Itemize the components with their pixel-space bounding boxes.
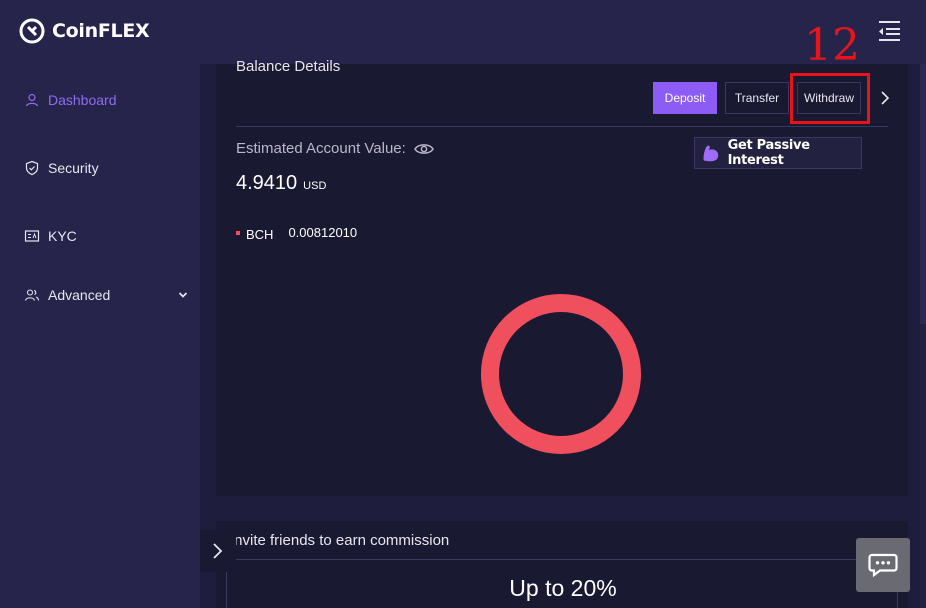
sidebar-item-dashboard[interactable]: Dashboard [24,92,189,108]
invite-inner-box: Up to 20% [226,559,898,608]
withdraw-button[interactable]: Withdraw [797,82,861,114]
chevron-right-icon [881,91,890,105]
sidebar-item-label: Advanced [48,287,111,303]
main-content: Balance Details Deposit Transfer Withdra… [200,58,926,608]
chat-support-button[interactable] [856,538,910,592]
sidebar: Dashboard Security KYC Advanced [0,64,200,608]
estimated-value-label: Estimated Account Value: [236,140,434,157]
currency-label: USD [303,180,327,192]
donut-slice-bch [481,294,641,454]
asset-name: BCH [246,227,274,242]
chevron-down-icon [177,288,189,304]
divider [236,126,888,127]
sidebar-item-label: Security [48,160,99,176]
estimated-label-text: Estimated Account Value: [236,140,406,157]
coinflex-logo-icon [19,18,45,44]
sidebar-item-security[interactable]: Security [24,160,189,176]
logo-text: CoinFLEX [52,20,150,42]
annotation-label: 12 [804,20,860,71]
sidebar-item-label: KYC [48,228,77,244]
deposit-button[interactable]: Deposit [653,82,717,114]
sidebar-item-label: Dashboard [48,92,117,108]
expand-sidebar-button[interactable] [200,530,236,572]
flexed-arm-icon [703,145,719,162]
transfer-button[interactable]: Transfer [725,82,789,114]
more-actions-button[interactable] [875,88,895,108]
estimated-value: 4.9410 USD [236,172,326,195]
balance-title: Balance Details [236,58,341,75]
chevron-right-icon [213,543,223,559]
passive-interest-label: Get Passive Interest [727,138,810,168]
sidebar-item-advanced[interactable]: Advanced [24,287,189,303]
chat-bubble-icon [868,553,898,578]
users-icon [24,287,40,303]
top-bar: CoinFLEX [0,0,926,64]
estimated-value-number: 4.9410 [236,172,298,194]
collapse-menu-icon [879,21,900,41]
coinflex-logo[interactable]: CoinFLEX [19,18,150,44]
scrollbar-thumb[interactable] [920,64,926,324]
invite-title: Invite friends to earn commission [230,532,450,549]
balance-card: Balance Details Deposit Transfer Withdra… [216,58,908,496]
commission-highlight: Up to 20% [509,575,617,601]
user-icon [24,92,40,108]
eye-icon[interactable] [414,142,434,156]
invite-card: Invite friends to earn commission Up to … [216,521,908,608]
sidebar-item-kyc[interactable]: KYC [24,228,189,244]
legend-color-dot [236,230,240,235]
id-card-icon [24,228,40,244]
shield-icon [24,160,40,176]
asset-amount: 0.00812010 [288,225,358,240]
collapse-menu-button[interactable] [876,18,906,46]
balance-donut-chart [481,294,641,454]
get-passive-interest-button[interactable]: Get Passive Interest [694,137,862,169]
asset-legend-item: BCH 0.00812010 [236,225,358,242]
